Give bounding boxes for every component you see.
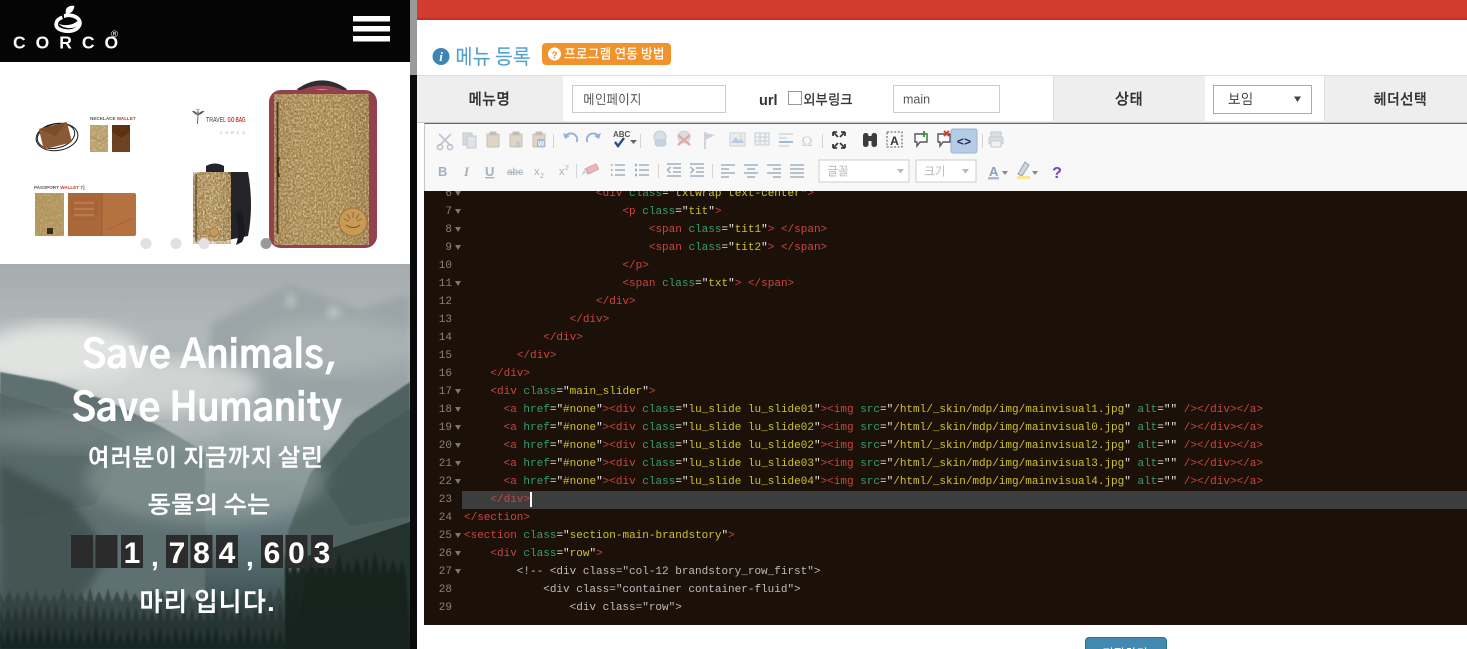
svg-text:i: i — [439, 49, 443, 64]
svg-text:NECKLACE WALLET: NECKLACE WALLET — [90, 116, 136, 121]
svg-text:U: U — [485, 164, 494, 179]
svg-text:?: ? — [551, 51, 557, 62]
svg-text:1: 1 — [124, 537, 141, 570]
svg-text:ABC: ABC — [613, 130, 631, 139]
svg-text:W: W — [538, 141, 545, 148]
svg-text:®: ® — [111, 29, 118, 40]
svg-text:abc: abc — [507, 167, 523, 178]
svg-text:C O R C O: C O R C O — [220, 131, 246, 135]
svg-text:Ω: Ω — [801, 134, 812, 150]
svg-text:8: 8 — [193, 537, 210, 570]
svg-text:0: 0 — [288, 537, 305, 570]
svg-text:TRAVEL: TRAVEL — [206, 117, 226, 124]
svg-text:2: 2 — [540, 173, 544, 180]
svg-text:4: 4 — [219, 537, 236, 570]
svg-text:6: 6 — [264, 537, 281, 570]
svg-text:I: I — [463, 164, 470, 179]
svg-text:2: 2 — [565, 165, 569, 172]
svg-text:A: A — [515, 140, 521, 149]
svg-text:<>: <> — [957, 136, 971, 150]
svg-text:?: ? — [1052, 165, 1062, 182]
svg-text:,: , — [151, 541, 159, 572]
svg-text:A: A — [890, 134, 899, 148]
svg-text:B: B — [438, 164, 447, 179]
svg-text:PASSPORT WALLET 7]: PASSPORT WALLET 7] — [34, 185, 85, 190]
svg-text:A: A — [989, 164, 999, 179]
svg-text:GO BAG: GO BAG — [228, 117, 246, 124]
svg-text:3: 3 — [314, 537, 331, 570]
svg-text:,: , — [246, 541, 254, 572]
svg-text:7: 7 — [169, 537, 186, 570]
